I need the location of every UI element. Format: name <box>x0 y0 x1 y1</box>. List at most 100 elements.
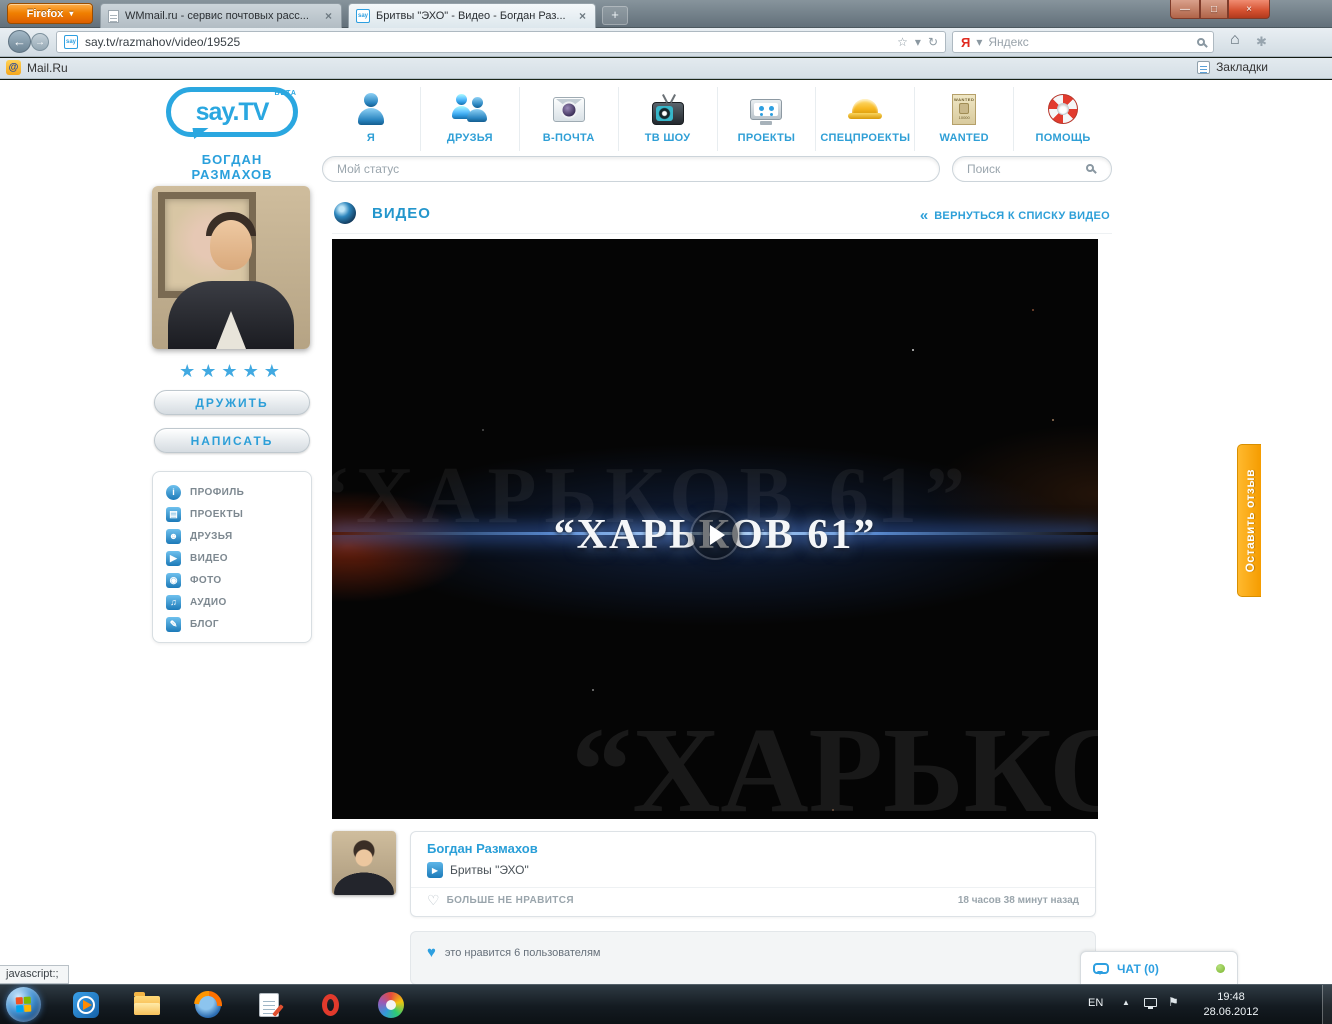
topnav-item-specprojects[interactable]: СПЕЦПРОЕКТЫ <box>816 87 916 151</box>
tab-title: WMmail.ru - сервис почтовых расс... <box>125 10 309 22</box>
minimize-button[interactable]: — <box>1170 0 1200 19</box>
titlebar: Firefox ▾ WMmail.ru - сервис почтовых ра… <box>0 0 1332 28</box>
home-icon[interactable]: ⌂ <box>1230 31 1240 49</box>
search-icon[interactable] <box>1086 164 1094 172</box>
sidebar-item-blog[interactable]: ✎ БЛОГ <box>153 613 311 635</box>
profile-photo <box>152 186 310 349</box>
saytv-logo[interactable]: say.TV BETA <box>166 87 298 137</box>
sidebar-item-projects[interactable]: ▤ ПРОЕКТЫ <box>153 503 311 525</box>
chat-bubble-icon <box>1093 963 1109 975</box>
bookmarks-bar <box>0 58 1332 79</box>
sidebar-item-photo[interactable]: ◉ ФОТО <box>153 569 311 591</box>
search-engine-placeholder: Яндекс <box>988 35 1029 49</box>
rating-stars[interactable]: ★★★★★ <box>152 361 312 382</box>
mailru-icon: @ <box>6 60 21 75</box>
tv-icon <box>651 93 684 125</box>
page-content: say.TV BETA БОГДАН РАЗМАХОВ ★★★★★ ДРУЖИТ… <box>0 80 1332 984</box>
back-to-video-list-link[interactable]: « ВЕРНУТЬСЯ К СПИСКУ ВИДЕО <box>920 207 1110 224</box>
online-status-dot <box>1216 964 1225 973</box>
maximize-button[interactable]: □ <box>1200 0 1228 19</box>
display-tray-icon[interactable] <box>1144 998 1157 1009</box>
tab-wmmail[interactable]: WMmail.ru - сервис почтовых расс... × <box>100 3 342 28</box>
search-engine-dropdown-icon[interactable]: ▾ <box>976 35 982 49</box>
play-button[interactable] <box>692 512 738 558</box>
unlike-button[interactable]: БОЛЬШЕ НЕ НРАВИТСЯ <box>447 895 574 906</box>
sidebar-item-friends[interactable]: ☻ ДРУЗЬЯ <box>153 525 311 547</box>
topnav-item-projects[interactable]: ПРОЕКТЫ <box>718 87 817 151</box>
firefox-button-label: Firefox <box>26 7 64 20</box>
add-friend-button[interactable]: ДРУЖИТЬ <box>154 390 310 415</box>
chat-widget[interactable]: ЧАТ (0) <box>1080 951 1238 984</box>
site-topnav: Я ДРУЗЬЯ В-ПОЧТА ТВ ШОУ ПРОЕКТЫ СПЕЦПРОЕ… <box>322 87 1112 151</box>
media-player-icon[interactable] <box>72 991 100 1019</box>
search-engine-box[interactable]: Я ▾ Яндекс <box>952 31 1214 53</box>
tray-time: 19:48 <box>1217 991 1245 1003</box>
bookmark-mailru[interactable]: @ Mail.Ru <box>6 60 68 75</box>
sidebar-item-audio[interactable]: ♫ АУДИО <box>153 591 311 613</box>
language-indicator[interactable]: EN <box>1088 997 1103 1009</box>
bookmarks-label: Закладки <box>1216 60 1268 74</box>
sparkles <box>912 349 914 351</box>
write-message-button[interactable]: НАПИСАТЬ <box>154 428 310 453</box>
topnav-item-help[interactable]: ПОМОЩЬ <box>1014 87 1112 151</box>
bookmarks-sidebar-toggle[interactable]: Закладки <box>1197 60 1268 74</box>
action-center-flag-icon[interactable]: ⚑ <box>1168 995 1179 1009</box>
search-icon[interactable] <box>1197 38 1205 46</box>
refresh-icon[interactable]: ↻ <box>928 35 938 49</box>
sidebar-item-profile[interactable]: i ПРОФИЛЬ <box>153 481 311 503</box>
like-row: ♡ БОЛЬШЕ НЕ НРАВИТСЯ 18 часов 38 минут н… <box>427 893 1079 907</box>
new-tab-button[interactable]: + <box>602 6 628 25</box>
lifering-icon <box>1048 94 1079 124</box>
back-button[interactable]: ← <box>8 30 31 53</box>
heart-icon: ♥ <box>427 944 436 961</box>
url-dropdown-icon[interactable]: ▾ <box>915 35 921 49</box>
info-icon: i <box>166 484 181 500</box>
close-window-button[interactable]: × <box>1228 0 1270 19</box>
topnav-item-me[interactable]: Я <box>322 87 421 151</box>
author-avatar[interactable] <box>332 831 396 895</box>
feedback-tab[interactable]: Оставить отзыв <box>1237 444 1261 597</box>
firefox-menu-button[interactable]: Firefox ▾ <box>7 3 93 24</box>
tray-expand-icon[interactable]: ▲ <box>1122 998 1130 1007</box>
graphics-app-icon[interactable] <box>377 991 405 1019</box>
video-player[interactable]: “ХАРЬКОВ 61” “ХАРЬКО “ХАРЬКОВ 61” <box>332 239 1098 819</box>
author-name-link[interactable]: Богдан Размахов <box>427 841 538 856</box>
sidebar-item-label: ПРОЕКТЫ <box>190 508 244 520</box>
bookmark-label: Mail.Ru <box>27 60 68 75</box>
close-icon[interactable]: × <box>577 9 588 23</box>
forward-button[interactable]: → <box>31 33 49 51</box>
opera-icon[interactable] <box>316 991 344 1019</box>
topnav-item-friends[interactable]: ДРУЗЬЯ <box>421 87 520 151</box>
likes-text: это нравится 6 пользователям <box>444 947 601 959</box>
section-title: ВИДЕО <box>372 205 431 222</box>
url-bar[interactable]: say say.tv/razmahov/video/19525 ☆ ▾ ↻ <box>56 31 946 53</box>
sidebar-item-video[interactable]: ▶ ВИДЕО <box>153 547 311 569</box>
addons-icon[interactable]: ✱ <box>1256 34 1267 50</box>
start-button[interactable] <box>6 987 41 1022</box>
explorer-folder-icon[interactable] <box>133 991 161 1019</box>
firefox-icon[interactable] <box>194 991 222 1019</box>
blog-icon: ✎ <box>166 616 181 632</box>
topnav-item-wanted[interactable]: WANTED 10000 WANTED <box>915 87 1015 151</box>
profile-sidebar-menu: i ПРОФИЛЬ ▤ ПРОЕКТЫ ☻ ДРУЗЬЯ ▶ ВИДЕО ◉ Ф… <box>152 471 312 643</box>
say-favicon: say <box>64 35 78 49</box>
sidebar-item-label: ДРУЗЬЯ <box>190 530 233 542</box>
person-icon <box>357 91 384 127</box>
camera-icon: ◉ <box>166 572 181 588</box>
status-input[interactable] <box>322 156 940 182</box>
beta-badge: BETA <box>274 90 297 97</box>
video-icon: ▶ <box>166 550 181 566</box>
document-app-icon[interactable] <box>255 991 283 1019</box>
tab-video-active[interactable]: say Бритвы "ЭХО" - Видео - Богдан Раз...… <box>348 3 596 28</box>
url-text[interactable]: say.tv/razmahov/video/19525 <box>85 35 890 49</box>
clip-title[interactable]: Бритвы "ЭХО" <box>450 863 529 877</box>
heart-outline-icon: ♡ <box>427 892 440 908</box>
clock[interactable]: 19:48 28.06.2012 <box>1192 990 1270 1020</box>
topnav-item-tvshow[interactable]: ТВ ШОУ <box>619 87 718 151</box>
chevron-down-icon: ▾ <box>69 9 74 18</box>
topnav-item-vmail[interactable]: В-ПОЧТА <box>520 87 619 151</box>
posted-time: 18 часов 38 минут назад <box>957 894 1079 906</box>
show-desktop-button[interactable] <box>1322 985 1332 1024</box>
close-icon[interactable]: × <box>323 9 334 23</box>
bookmark-star-icon[interactable]: ☆ <box>897 35 908 49</box>
